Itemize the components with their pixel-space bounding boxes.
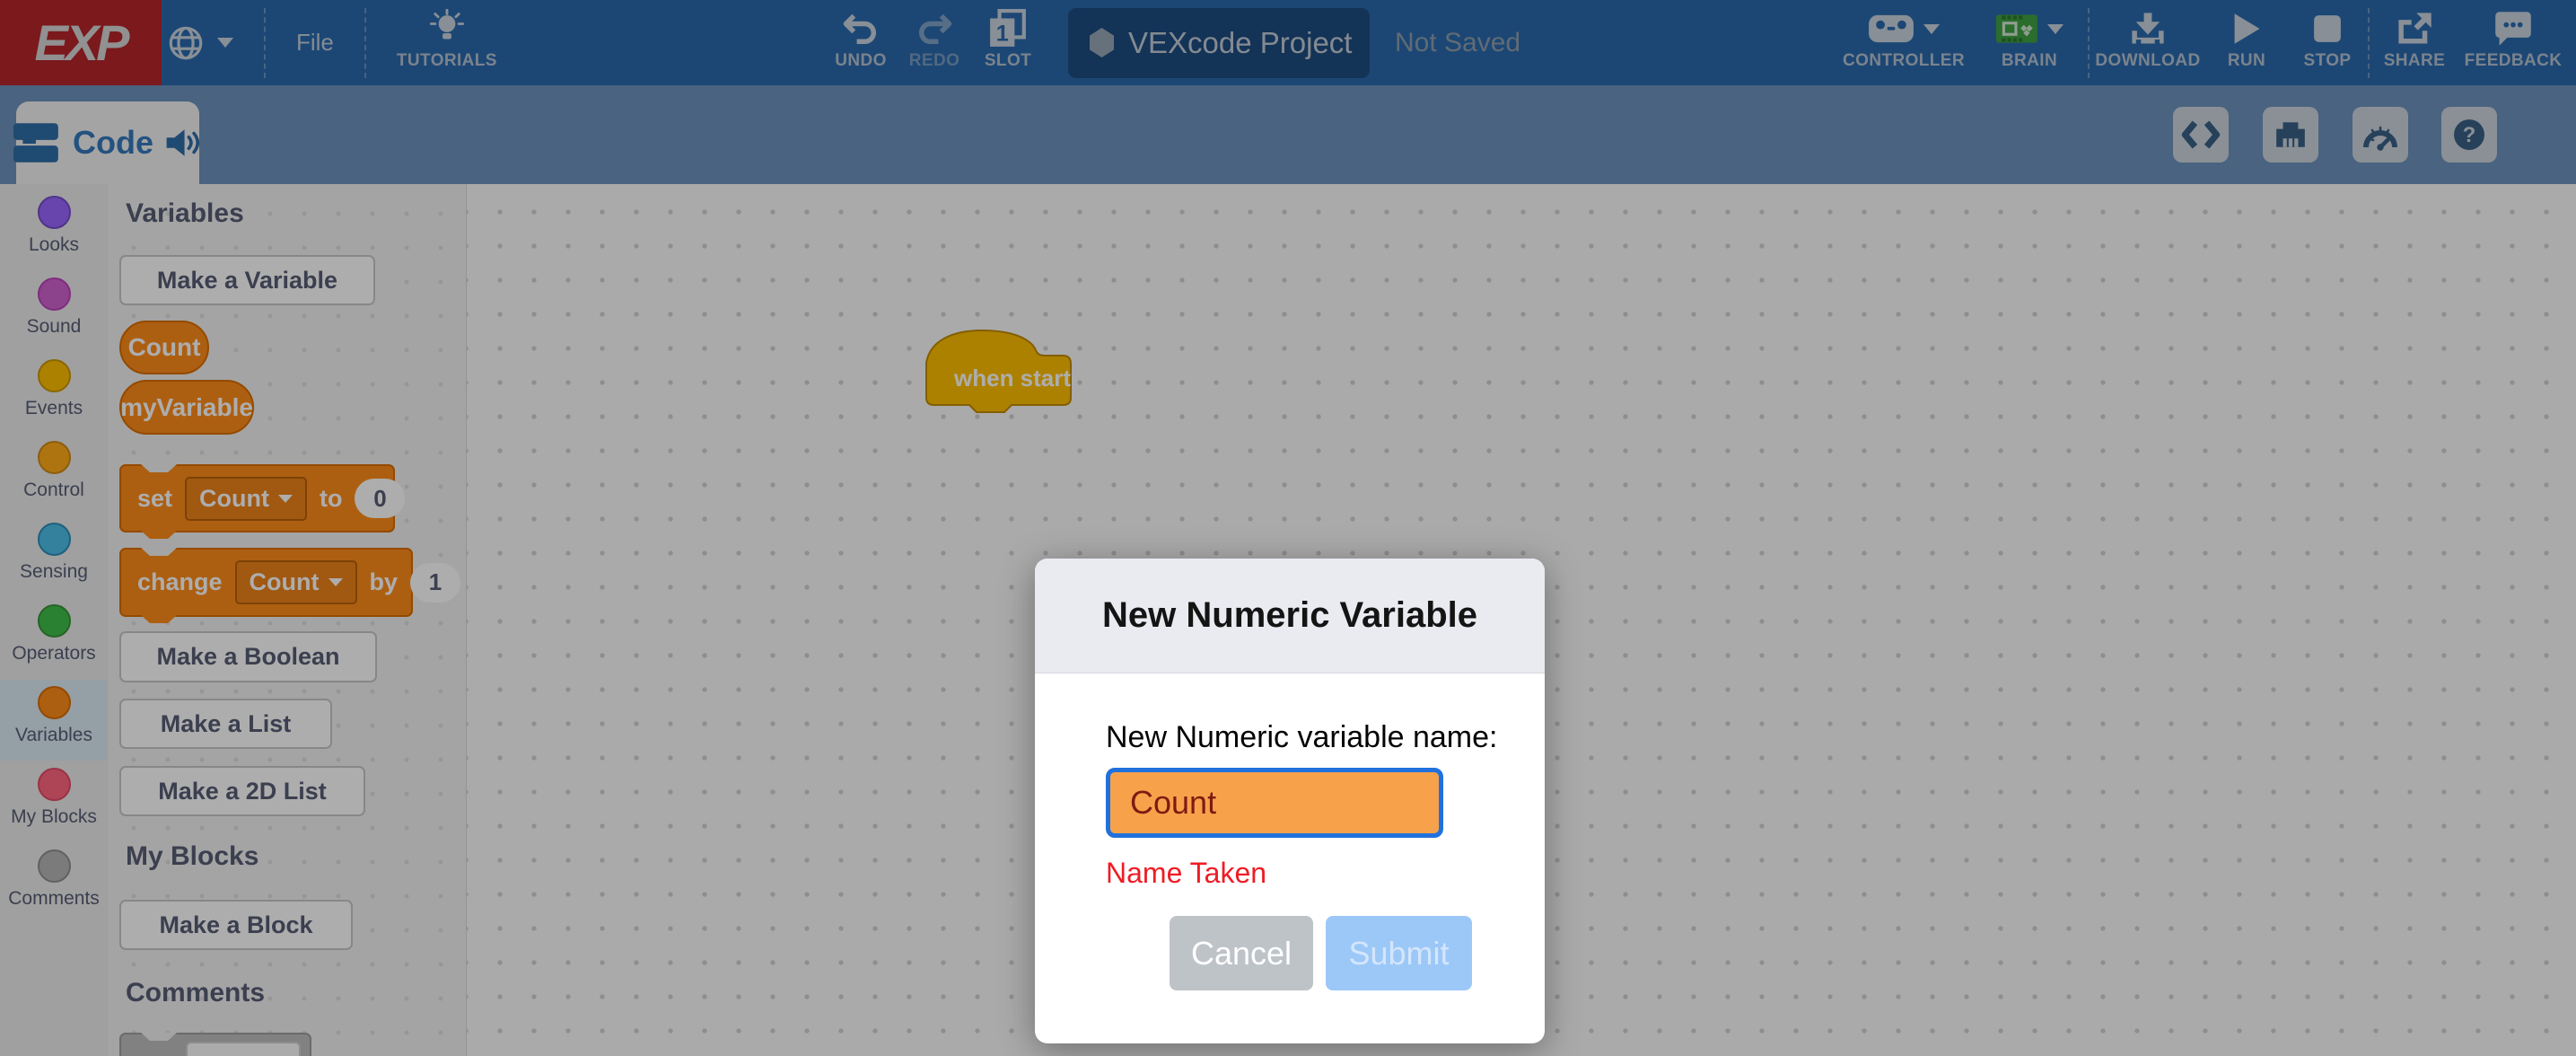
error-message: Name Taken	[1106, 857, 1266, 890]
dialog-header: New Numeric Variable	[1035, 559, 1545, 673]
vexcode-app: EXP File	[0, 0, 2576, 1056]
dialog-title: New Numeric Variable	[1102, 595, 1477, 636]
variable-name-label: New Numeric variable name:	[1106, 720, 1498, 755]
variable-name-input[interactable]	[1106, 768, 1443, 838]
cancel-button[interactable]: Cancel	[1170, 916, 1313, 990]
new-variable-dialog: New Numeric Variable New Numeric variabl…	[1035, 559, 1545, 1043]
submit-button[interactable]: Submit	[1326, 916, 1472, 990]
